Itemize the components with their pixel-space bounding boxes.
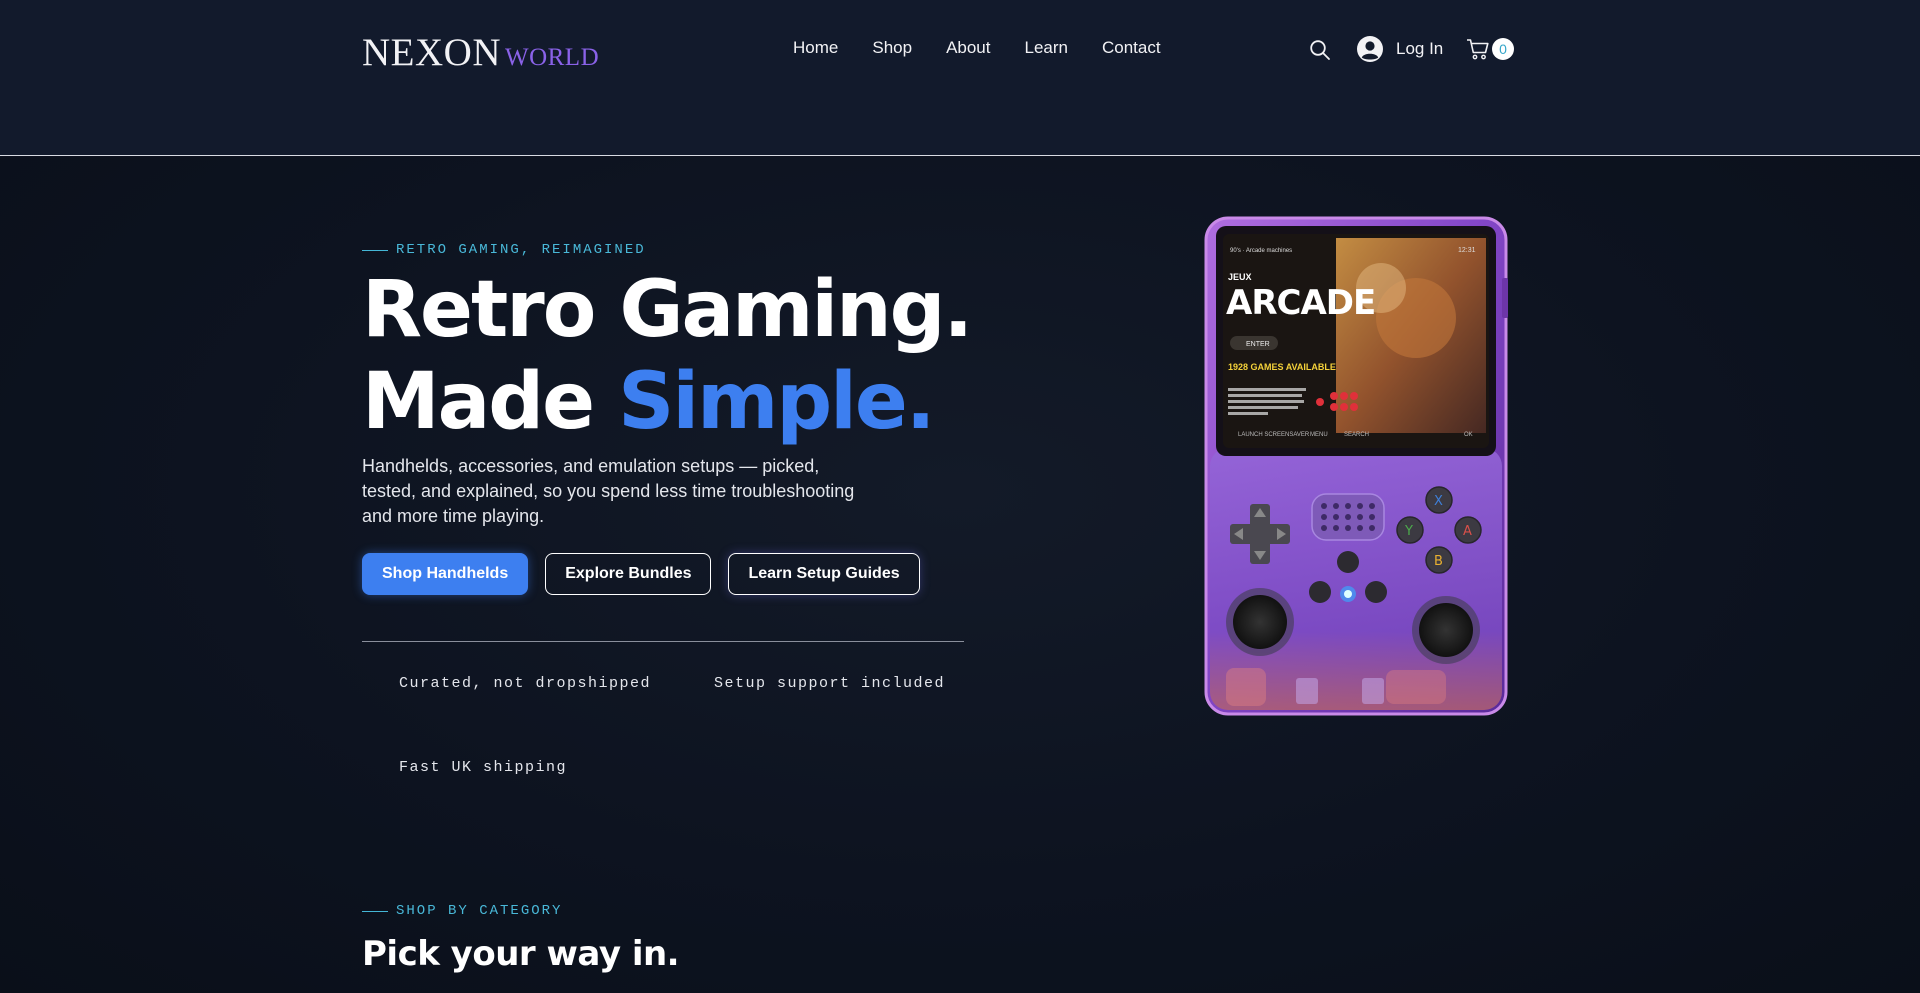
explore-bundles-button[interactable]: Explore Bundles [545, 553, 712, 595]
logo-sub-text: WORLD [504, 44, 600, 71]
svg-text:Y: Y [1404, 524, 1413, 539]
screen-footer-menu: MENU [1310, 432, 1328, 438]
hero-title-line1: Retro Gaming. [362, 265, 973, 355]
screen-top-left-text: 90's · Arcade machines [1230, 248, 1292, 254]
eyebrow-line [362, 910, 388, 912]
cart-icon [1467, 39, 1489, 60]
hero-eyebrow: RETRO GAMING, REIMAGINED [362, 242, 646, 258]
screen-footer-search: SEARCH [1344, 432, 1369, 438]
category-eyebrow-text: SHOP BY CATEGORY [396, 903, 563, 919]
feature-curated: Curated, not dropshipped [399, 675, 652, 692]
nav-item-learn[interactable]: Learn [1025, 38, 1068, 58]
search-icon[interactable] [1309, 39, 1331, 61]
hero-title: Retro Gaming. Made Simple. [362, 264, 973, 448]
svg-text:A: A [1463, 524, 1472, 539]
screen-footer-ok: OK [1464, 432, 1473, 438]
hero-cta-row: Shop Handhelds Explore Bundles Learn Set… [362, 553, 937, 595]
user-avatar-icon [1357, 36, 1383, 62]
logo-main-text: NEXON [362, 31, 501, 74]
hero-title-accent: Simple. [618, 357, 935, 447]
svg-text:X: X [1434, 494, 1443, 509]
screen-big-title: ARCADE [1226, 283, 1375, 323]
main-nav: Home Shop About Learn Contact [793, 38, 1161, 58]
nav-item-home[interactable]: Home [793, 38, 838, 58]
hero-description: Handhelds, accessories, and emulation se… [362, 456, 855, 526]
screen-enter-label: ENTER [1246, 341, 1270, 348]
site-header: NEXON WORLD Home Shop About Learn Contact… [0, 0, 1920, 156]
screen-footer-left: LAUNCH SCREENSAVER [1238, 432, 1310, 438]
svg-text:B: B [1434, 554, 1443, 569]
hero-divider [362, 641, 964, 642]
category-eyebrow: SHOP BY CATEGORY [362, 903, 562, 919]
category-section-title: Pick your way in. [362, 934, 680, 974]
site-logo[interactable]: NEXON WORLD [362, 30, 599, 75]
feature-fast-shipping: Fast UK shipping [399, 759, 568, 776]
login-button[interactable]: Log In [1356, 35, 1443, 63]
handheld-device-illustration: 90's · Arcade machines 12:31 JEUX ARCADE… [1204, 216, 1508, 716]
screen-small-title: JEUX [1228, 272, 1252, 282]
hero-eyebrow-text: RETRO GAMING, REIMAGINED [396, 242, 646, 258]
shop-handhelds-button[interactable]: Shop Handhelds [362, 553, 529, 595]
cart-count-badge: 0 [1492, 38, 1514, 60]
nav-item-shop[interactable]: Shop [872, 38, 912, 58]
handheld-device-image: 90's · Arcade machines 12:31 JEUX ARCADE… [1196, 208, 1520, 728]
nav-item-about[interactable]: About [946, 38, 990, 58]
learn-setup-guides-button[interactable]: Learn Setup Guides [728, 553, 920, 595]
login-label: Log In [1396, 39, 1444, 58]
cart-button[interactable]: 0 [1466, 37, 1514, 61]
hero-title-line2-plain: Made [362, 357, 619, 447]
feature-setup-support: Setup support included [714, 675, 946, 692]
nav-item-contact[interactable]: Contact [1102, 38, 1161, 58]
screen-games-available: 1928 GAMES AVAILABLE [1228, 362, 1336, 372]
screen-clock: 12:31 [1458, 247, 1476, 254]
eyebrow-line [362, 249, 388, 251]
